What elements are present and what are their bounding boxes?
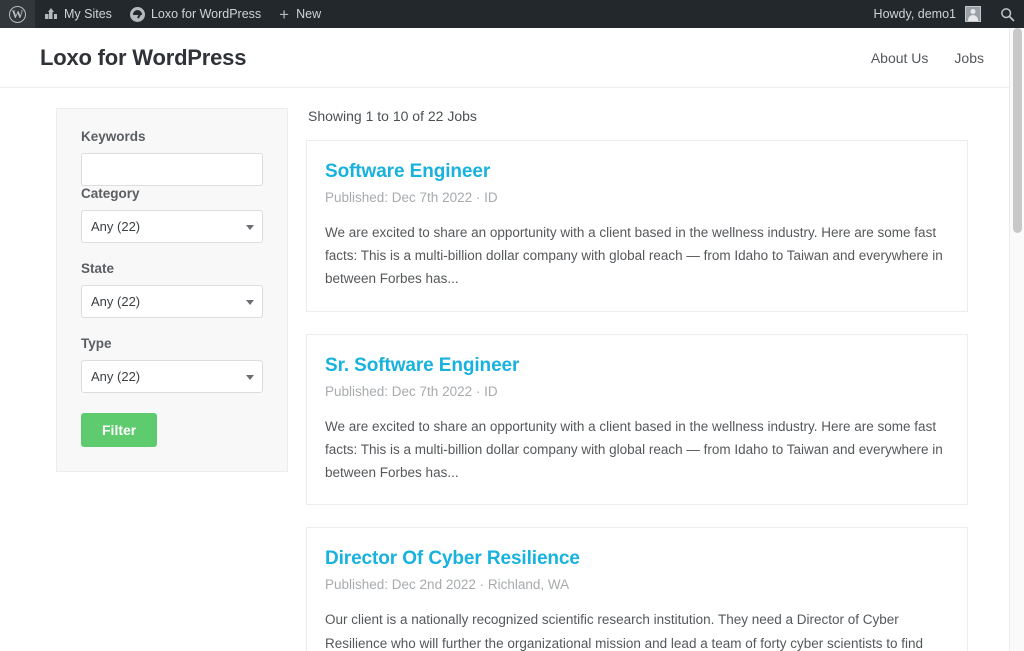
category-select-value: Any (22) bbox=[91, 219, 141, 234]
job-card[interactable]: Sr. Software Engineer Published: Dec 7th… bbox=[306, 333, 968, 506]
job-meta: Published: Dec 2nd 2022 · Richland, WA bbox=[325, 577, 570, 593]
state-label: State bbox=[81, 261, 115, 276]
admin-bar-item-site-name[interactable]: Loxo for WordPress bbox=[121, 0, 270, 28]
state-select[interactable]: Any (22) bbox=[81, 285, 263, 318]
results-count-label: Showing 1 to 10 of 22 Jobs bbox=[308, 108, 477, 124]
admin-bar-item-my-sites[interactable]: My Sites bbox=[35, 0, 121, 28]
job-meta: Published: Dec 7th 2022 · ID bbox=[325, 383, 498, 399]
admin-bar-my-account[interactable]: Howdy, demo1 bbox=[865, 0, 990, 28]
type-select-value: Any (22) bbox=[91, 369, 141, 384]
wordpress-logo-menu[interactable]: W bbox=[0, 0, 35, 28]
search-icon bbox=[1000, 7, 1015, 22]
keywords-label: Keywords bbox=[81, 129, 146, 144]
job-title-link[interactable]: Software Engineer bbox=[325, 161, 490, 183]
wp-admin-bar: W My Sites Loxo for WordPress + New Howd… bbox=[0, 0, 1024, 28]
admin-bar-item-label: New bbox=[296, 7, 322, 21]
admin-bar-left-group: W My Sites Loxo for WordPress + New bbox=[0, 0, 330, 28]
category-select[interactable]: Any (22) bbox=[81, 210, 263, 243]
wordpress-logo-icon: W bbox=[9, 5, 26, 23]
job-title-link[interactable]: Director Of Cyber Resilience bbox=[325, 548, 580, 570]
chevron-down-icon bbox=[246, 374, 254, 380]
page-content: Keywords Category Any (22) State Any (22… bbox=[0, 88, 1024, 651]
my-sites-icon bbox=[44, 8, 58, 20]
nav-link-jobs[interactable]: Jobs bbox=[954, 50, 984, 66]
page-scrollbar[interactable] bbox=[1009, 28, 1024, 651]
site-title[interactable]: Loxo for WordPress bbox=[40, 45, 246, 71]
filter-submit-button[interactable]: Filter bbox=[81, 413, 158, 447]
job-excerpt: We are excited to share an opportunity w… bbox=[325, 225, 943, 287]
admin-bar-item-label: My Sites bbox=[64, 7, 112, 21]
category-label: Category bbox=[81, 186, 140, 201]
job-card[interactable]: Director Of Cyber Resilience Published: … bbox=[306, 527, 968, 651]
scrollbar-thumb[interactable] bbox=[1013, 28, 1022, 233]
dashboard-speedometer-icon bbox=[129, 6, 145, 22]
primary-navigation: About Us Jobs bbox=[871, 50, 984, 66]
chevron-down-icon bbox=[246, 299, 254, 305]
admin-bar-search-button[interactable] bbox=[990, 0, 1024, 28]
keywords-input[interactable] bbox=[81, 153, 263, 186]
site-header: Loxo for WordPress About Us Jobs bbox=[0, 28, 1024, 88]
job-filter-panel: Keywords Category Any (22) State Any (22… bbox=[56, 108, 288, 472]
plus-icon: + bbox=[279, 4, 290, 24]
user-avatar-icon bbox=[965, 6, 981, 22]
job-card[interactable]: Software Engineer Published: Dec 7th 202… bbox=[306, 140, 968, 312]
type-select[interactable]: Any (22) bbox=[81, 360, 263, 393]
admin-bar-right-group: Howdy, demo1 bbox=[865, 0, 1024, 28]
nav-link-about-us[interactable]: About Us bbox=[871, 50, 929, 66]
admin-bar-item-label: Loxo for WordPress bbox=[150, 7, 262, 21]
job-results-list: Showing 1 to 10 of 22 Jobs Software Engi… bbox=[306, 108, 968, 651]
admin-bar-item-new[interactable]: + New bbox=[270, 0, 330, 28]
chevron-down-icon bbox=[246, 224, 254, 230]
job-excerpt: Our client is a nationally recognized sc… bbox=[325, 612, 924, 651]
job-title-link[interactable]: Sr. Software Engineer bbox=[325, 355, 519, 377]
job-meta: Published: Dec 7th 2022 · ID bbox=[325, 190, 498, 205]
howdy-label: Howdy, demo1 bbox=[873, 7, 956, 21]
state-select-value: Any (22) bbox=[91, 294, 141, 309]
type-label: Type bbox=[81, 336, 112, 351]
job-excerpt: We are excited to share an opportunity w… bbox=[325, 418, 943, 481]
